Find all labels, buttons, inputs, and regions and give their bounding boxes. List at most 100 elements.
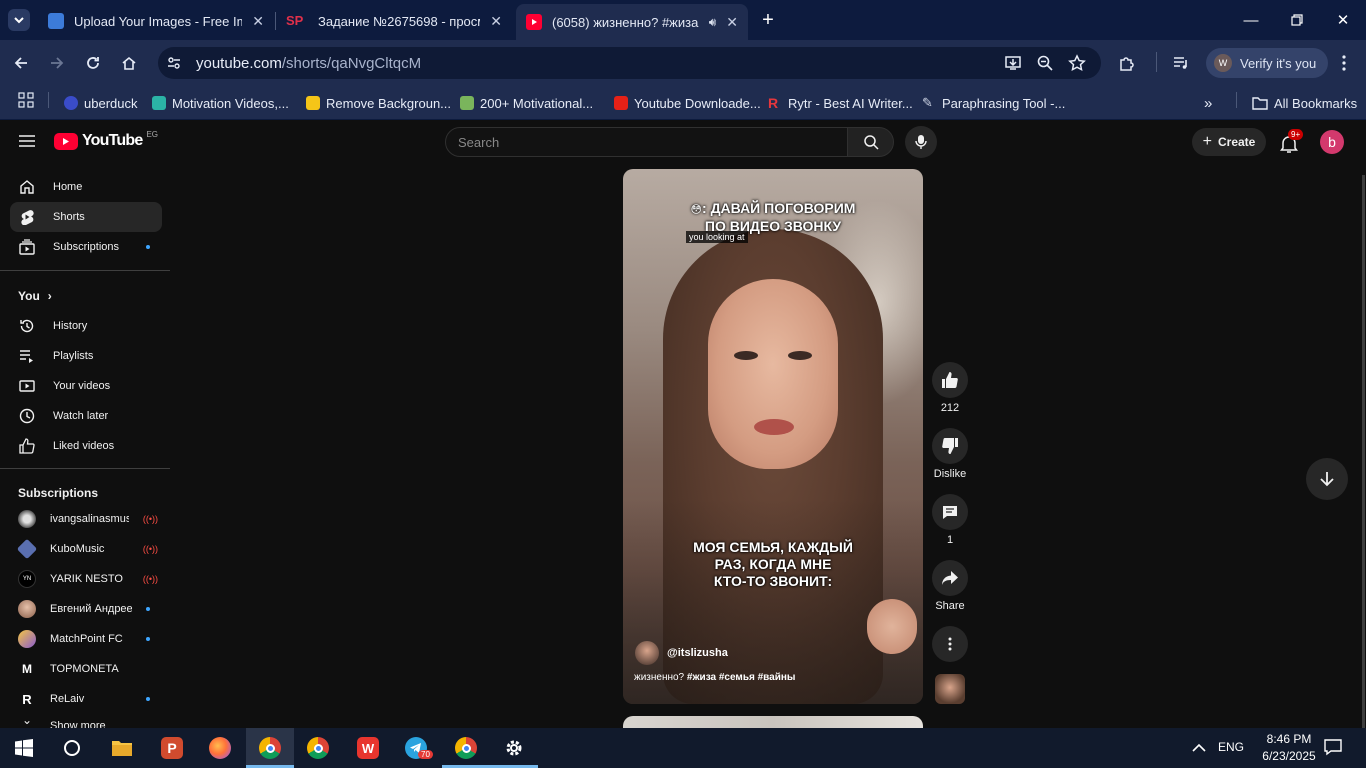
emoji-icon: 😳 (690, 204, 703, 216)
pen-icon: ✎ (922, 95, 933, 110)
taskbar-p-app[interactable]: P (148, 728, 196, 768)
taskbar-firefox[interactable] (196, 728, 244, 768)
chrome-menu-button[interactable] (1329, 48, 1359, 78)
subscriptions-heading: Subscriptions (18, 486, 99, 500)
sidebar-item-shorts[interactable]: Shorts (10, 202, 162, 232)
subscription-item[interactable]: MatchPoint FC (18, 624, 158, 654)
search-input[interactable]: Search (445, 127, 848, 157)
action-center-icon[interactable] (1324, 738, 1344, 758)
sidebar-item-subscriptions[interactable]: Subscriptions (10, 232, 162, 262)
share-button[interactable] (932, 560, 968, 596)
verify-profile-button[interactable]: W Verify it's you (1206, 48, 1328, 78)
search-button[interactable] (847, 127, 894, 157)
bookmark-separator (1236, 92, 1237, 108)
sidebar-item-your-videos[interactable]: Your videos (10, 371, 162, 401)
more-bookmarks-chevron-icon[interactable]: » (1204, 91, 1212, 115)
bookmark-yt-downloader[interactable]: Youtube Downloade... (614, 91, 761, 115)
forward-button[interactable] (42, 48, 72, 78)
reload-icon (87, 57, 99, 69)
tab-zadanie[interactable]: SP Задание №2675698 - просмотр ✕ (276, 6, 512, 36)
bookmark-motivational[interactable]: 200+ Motivational... (460, 91, 593, 115)
like-button[interactable] (932, 362, 968, 398)
tab-search-button[interactable] (8, 9, 30, 31)
comments-button[interactable] (932, 494, 968, 530)
install-app-icon[interactable] (1004, 54, 1022, 72)
taskbar-wps[interactable]: W (344, 728, 392, 768)
youtube-logo[interactable]: YouTube EG (54, 130, 158, 150)
show-more-button[interactable]: ⌄ Show more (18, 714, 158, 728)
sidebar-item-liked-videos[interactable]: Liked videos (10, 431, 162, 461)
start-button[interactable] (0, 728, 48, 768)
sidebar-item-home[interactable]: Home (10, 172, 162, 202)
close-icon[interactable]: ✕ (726, 14, 738, 31)
sidebar-item-history[interactable]: History (10, 311, 162, 341)
subscription-item[interactable]: ivangsalinasmus... ((•)) (18, 504, 158, 534)
subscription-item[interactable]: R ReLaiv (18, 684, 158, 714)
cortana-button[interactable] (48, 728, 96, 768)
tab-upload-images[interactable]: Upload Your Images - Free Imag ✕ (38, 6, 274, 36)
back-button[interactable] (6, 48, 36, 78)
bookmark-removebg[interactable]: Remove Backgroun... (306, 91, 451, 115)
taskbar-chrome[interactable] (294, 728, 342, 768)
all-bookmarks[interactable]: All Bookmarks (1252, 91, 1357, 115)
bookmark-star-icon[interactable] (1068, 54, 1086, 72)
next-short-button[interactable] (1306, 458, 1348, 500)
zoom-icon[interactable] (1036, 54, 1054, 72)
minimize-button[interactable]: — (1228, 0, 1274, 40)
system-clock[interactable]: 8:46 PM 6/23/2025 (1252, 731, 1326, 765)
sidebar-item-label: Playlists (53, 350, 94, 362)
short-description[interactable]: жизненно? #жиза #семья #вайны (634, 672, 795, 683)
taskbar-chrome-2[interactable] (442, 728, 490, 768)
restore-button[interactable] (1274, 0, 1320, 40)
subscription-item[interactable]: YN YARIK NESTO ((•)) (18, 564, 158, 594)
apps-grid-icon[interactable] (18, 92, 34, 108)
telegram-badge: 70 (418, 750, 433, 759)
description-hashtags[interactable]: #жиза #семья #вайны (687, 672, 796, 683)
short-video-player[interactable]: 😳: ДАВАЙ ПОГОВОРИМ ПО ВИДЕО ЗВОНКУ you l… (623, 169, 923, 704)
bookmark-label: Youtube Downloade... (634, 95, 761, 111)
sidebar-item-playlists[interactable]: Playlists (10, 341, 162, 371)
reload-button[interactable] (78, 48, 108, 78)
sound-thumbnail[interactable] (935, 674, 965, 704)
channel-name: MatchPoint FC (50, 633, 123, 645)
bookmark-paraphrasing[interactable]: ✎ Paraphrasing Tool -... (922, 91, 1065, 115)
bookmark-rytr[interactable]: R Rytr - Best AI Writer... (768, 91, 913, 115)
tab-youtube-short[interactable]: (6058) жизненно? #жиза # 🔊︎ ✕ (516, 4, 748, 40)
bookmark-motivation[interactable]: Motivation Videos,... (152, 91, 289, 115)
extensions-button[interactable] (1112, 48, 1142, 78)
tray-chevron-up-icon[interactable] (1192, 740, 1208, 756)
taskbar-explorer[interactable] (98, 728, 146, 768)
hamburger-menu-icon[interactable] (18, 134, 36, 148)
next-short-preview[interactable] (623, 716, 923, 728)
share-label: Share (935, 600, 965, 612)
subscription-item[interactable]: Евгений Андреев (18, 594, 158, 624)
bookmark-uberduck[interactable]: uberduck (64, 91, 137, 115)
sidebar-item-watch-later[interactable]: Watch later (10, 401, 162, 431)
taskbar-chrome-profile[interactable] (246, 728, 294, 768)
speaker-icon[interactable]: 🔊︎ (709, 15, 717, 30)
close-icon[interactable]: ✕ (490, 13, 502, 30)
taskbar-telegram[interactable]: 70 (392, 728, 440, 768)
home-button[interactable] (114, 48, 144, 78)
input-language[interactable]: ENG (1218, 740, 1244, 754)
media-control-button[interactable] (1166, 48, 1196, 78)
shopify-icon (460, 96, 474, 110)
channel-link[interactable]: @itslizusha (635, 641, 728, 665)
account-avatar[interactable]: b (1320, 130, 1344, 154)
you-heading[interactable]: You › (18, 289, 52, 303)
close-icon[interactable]: ✕ (252, 13, 264, 30)
subscription-item[interactable]: KuboMusic ((•)) (16, 534, 158, 564)
notifications-button[interactable]: 9+ (1278, 129, 1304, 154)
taskbar-settings[interactable] (490, 728, 538, 768)
voice-search-button[interactable] (905, 126, 937, 158)
scrollbar[interactable] (1362, 175, 1365, 728)
more-actions-button[interactable] (932, 626, 968, 662)
create-button[interactable]: + Create (1192, 128, 1266, 156)
close-window-button[interactable]: ✕ (1320, 0, 1366, 40)
new-tab-button[interactable]: + (758, 10, 778, 30)
site-info-icon[interactable] (166, 55, 182, 71)
channel-name: Евгений Андреев (50, 603, 132, 615)
dislike-button[interactable] (932, 428, 968, 464)
address-bar[interactable]: youtube.com/shorts/qaNvgCltqcM (158, 47, 1101, 79)
subscription-item[interactable]: M TOPMONETA (18, 654, 158, 684)
